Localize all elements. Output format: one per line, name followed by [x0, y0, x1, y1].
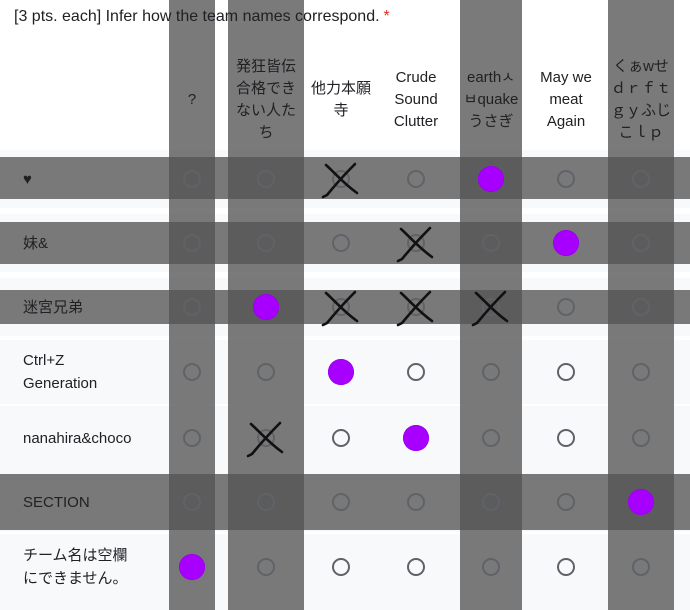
radio-option[interactable] [557, 298, 575, 316]
radio-option[interactable] [183, 429, 201, 447]
radio-option[interactable] [332, 234, 350, 252]
radio-option[interactable] [332, 558, 350, 576]
radio-option[interactable] [557, 363, 575, 381]
radio-option[interactable] [632, 234, 650, 252]
radio-option[interactable] [482, 363, 500, 381]
column-header-6: くぁwせ ｄｒｆｔ ｇｙふじ こｌｐ [610, 58, 671, 141]
radio-option[interactable] [332, 493, 350, 511]
radio-option[interactable] [557, 493, 575, 511]
row-label-2: 迷宮兄弟 [23, 298, 84, 316]
selected-mark [553, 230, 579, 256]
selected-mark [478, 166, 504, 192]
selected-mark [403, 425, 429, 451]
radio-option[interactable] [632, 429, 650, 447]
row-label-6: チーム名は空欄 にできません。 [23, 547, 128, 587]
selected-mark [179, 554, 205, 580]
row-label-4: nanahira&choco [23, 429, 132, 447]
radio-option[interactable] [407, 234, 425, 252]
radio-option[interactable] [407, 558, 425, 576]
radio-option[interactable] [557, 170, 575, 188]
radio-option[interactable] [482, 234, 500, 252]
column-header-3: Crude Sound Clutter [393, 69, 439, 130]
radio-option[interactable] [407, 363, 425, 381]
radio-option[interactable] [632, 363, 650, 381]
radio-option[interactable] [482, 298, 500, 316]
selected-mark [253, 294, 279, 320]
question-title: [3 pts. each] Infer how the team names c… [14, 8, 390, 26]
column-header-4: earthㅅ ㅂquake うさぎ [463, 69, 519, 130]
radio-option[interactable] [257, 170, 275, 188]
radio-option[interactable] [257, 493, 275, 511]
radio-option[interactable] [332, 298, 350, 316]
radio-option[interactable] [183, 170, 201, 188]
radio-option[interactable] [257, 558, 275, 576]
column-header-2: 他力本願寺 [310, 80, 371, 119]
radio-option[interactable] [482, 429, 500, 447]
radio-option[interactable] [632, 298, 650, 316]
radio-option[interactable] [183, 493, 201, 511]
radio-option[interactable] [482, 493, 500, 511]
row-label-5: SECTION [23, 493, 90, 511]
radio-option[interactable] [632, 170, 650, 188]
question-text: [3 pts. each] Infer how the team names c… [14, 8, 380, 25]
radio-option[interactable] [482, 558, 500, 576]
row-label-3: Ctrl+Z Generation [23, 352, 98, 392]
radio-option[interactable] [257, 363, 275, 381]
radio-option[interactable] [557, 558, 575, 576]
selected-mark [628, 489, 654, 515]
selected-mark [328, 359, 354, 385]
column-header-1: 発狂皆伝 合格でき ない人たち [235, 58, 296, 141]
row-label-1: 妹& [23, 234, 49, 252]
radio-option[interactable] [183, 298, 201, 316]
radio-option[interactable] [257, 234, 275, 252]
row-label-0: ♥ [23, 170, 32, 188]
radio-option[interactable] [407, 298, 425, 316]
radio-option[interactable] [557, 429, 575, 447]
required-asterisk: * [383, 8, 390, 25]
column-header-5: May we meat Again [540, 69, 592, 130]
radio-option[interactable] [183, 363, 201, 381]
radio-option[interactable] [257, 429, 275, 447]
radio-option[interactable] [632, 558, 650, 576]
radio-option[interactable] [407, 170, 425, 188]
radio-option[interactable] [332, 429, 350, 447]
radio-option[interactable] [407, 493, 425, 511]
column-header-0: ? [187, 91, 197, 108]
radio-option[interactable] [183, 234, 201, 252]
radio-option[interactable] [332, 170, 350, 188]
